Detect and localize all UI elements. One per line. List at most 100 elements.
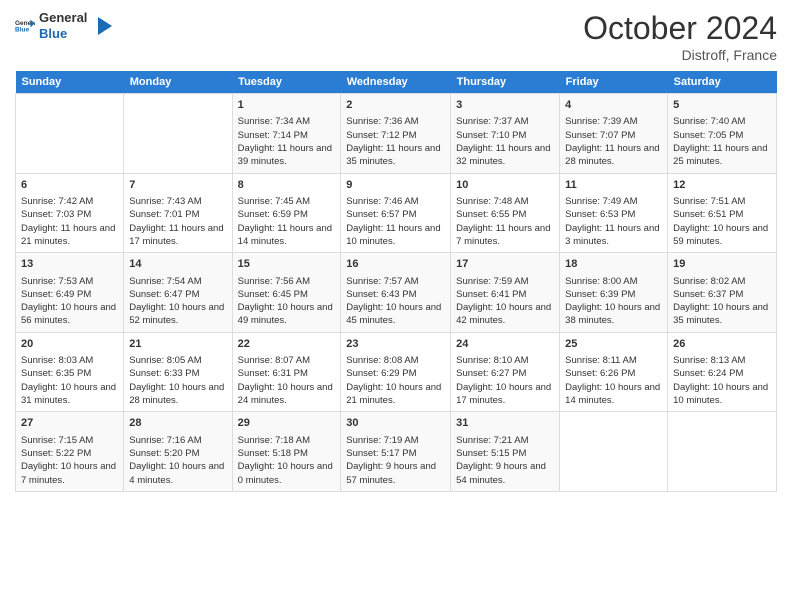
day-number: 20 <box>21 337 118 352</box>
day-info: Sunset: 6:37 PM <box>673 288 771 301</box>
day-info: Sunset: 7:03 PM <box>21 208 118 221</box>
col-monday: Monday <box>124 71 232 94</box>
day-cell: 21Sunrise: 8:05 AMSunset: 6:33 PMDayligh… <box>124 332 232 412</box>
day-cell: 24Sunrise: 8:10 AMSunset: 6:27 PMDayligh… <box>451 332 560 412</box>
day-info: Sunset: 6:27 PM <box>456 367 554 380</box>
day-info: Sunrise: 7:18 AM <box>238 434 336 447</box>
day-info: Sunrise: 7:48 AM <box>456 195 554 208</box>
day-number: 18 <box>565 257 662 272</box>
day-info: Sunset: 6:43 PM <box>346 288 445 301</box>
day-cell: 11Sunrise: 7:49 AMSunset: 6:53 PMDayligh… <box>560 173 668 253</box>
day-info: Sunrise: 7:16 AM <box>129 434 226 447</box>
day-info: Sunset: 6:41 PM <box>456 288 554 301</box>
day-info: Daylight: 10 hours and 21 minutes. <box>346 381 445 408</box>
day-cell: 15Sunrise: 7:56 AMSunset: 6:45 PMDayligh… <box>232 253 341 333</box>
day-number: 28 <box>129 416 226 431</box>
day-info: Sunset: 6:55 PM <box>456 208 554 221</box>
day-info: Sunrise: 7:53 AM <box>21 275 118 288</box>
day-info: Sunrise: 8:05 AM <box>129 354 226 367</box>
day-info: Sunrise: 8:00 AM <box>565 275 662 288</box>
day-info: Daylight: 11 hours and 32 minutes. <box>456 142 554 169</box>
day-number: 8 <box>238 178 336 193</box>
day-cell: 1Sunrise: 7:34 AMSunset: 7:14 PMDaylight… <box>232 94 341 174</box>
day-info: Sunset: 7:01 PM <box>129 208 226 221</box>
day-info: Daylight: 10 hours and 14 minutes. <box>565 381 662 408</box>
day-info: Daylight: 11 hours and 14 minutes. <box>238 222 336 249</box>
day-cell: 12 Sunrise: 7:51 AMSunset: 6:51 PMDayligh… <box>668 173 777 253</box>
day-info: Sunrise: 7:43 AM <box>129 195 226 208</box>
day-info: Sunset: 5:20 PM <box>129 447 226 460</box>
day-cell: 16Sunrise: 7:57 AMSunset: 6:43 PMDayligh… <box>341 253 451 333</box>
day-cell: 13Sunrise: 7:53 AMSunset: 6:49 PMDayligh… <box>16 253 124 333</box>
day-info: Sunset: 5:18 PM <box>238 447 336 460</box>
day-number: 14 <box>129 257 226 272</box>
day-cell: 6Sunrise: 7:42 AMSunset: 7:03 PMDaylight… <box>16 173 124 253</box>
day-cell: 26Sunrise: 8:13 AMSunset: 6:24 PMDayligh… <box>668 332 777 412</box>
day-info: Sunrise: 7:54 AM <box>129 275 226 288</box>
day-info: Sunset: 6:26 PM <box>565 367 662 380</box>
col-thursday: Thursday <box>451 71 560 94</box>
day-info: Sunrise: 7:51 AM <box>673 195 771 208</box>
col-friday: Friday <box>560 71 668 94</box>
calendar-table: Sunday Monday Tuesday Wednesday Thursday… <box>15 71 777 492</box>
day-number: 26 <box>673 337 771 352</box>
col-tuesday: Tuesday <box>232 71 341 94</box>
day-number: 10 <box>456 178 554 193</box>
day-cell: 30Sunrise: 7:19 AMSunset: 5:17 PMDayligh… <box>341 412 451 492</box>
day-number: 15 <box>238 257 336 272</box>
day-info: Sunset: 5:17 PM <box>346 447 445 460</box>
day-info: Sunrise: 7:59 AM <box>456 275 554 288</box>
day-info: Sunrise: 8:11 AM <box>565 354 662 367</box>
day-number: 11 <box>565 178 662 193</box>
week-row-1: 1Sunrise: 7:34 AMSunset: 7:14 PMDaylight… <box>16 94 777 174</box>
day-info: Sunrise: 7:57 AM <box>346 275 445 288</box>
day-cell: 4Sunrise: 7:39 AMSunset: 7:07 PMDaylight… <box>560 94 668 174</box>
day-info: Daylight: 10 hours and 59 minutes. <box>673 222 771 249</box>
week-row-3: 13Sunrise: 7:53 AMSunset: 6:49 PMDayligh… <box>16 253 777 333</box>
day-number: 7 <box>129 178 226 193</box>
day-number: 30 <box>346 416 445 431</box>
col-saturday: Saturday <box>668 71 777 94</box>
day-number: 12 <box>673 178 771 193</box>
day-number: 13 <box>21 257 118 272</box>
day-info: Daylight: 10 hours and 45 minutes. <box>346 301 445 328</box>
day-info: Daylight: 11 hours and 17 minutes. <box>129 222 226 249</box>
day-info: Sunrise: 7:56 AM <box>238 275 336 288</box>
week-row-2: 6Sunrise: 7:42 AMSunset: 7:03 PMDaylight… <box>16 173 777 253</box>
day-info: Sunset: 6:33 PM <box>129 367 226 380</box>
day-info: Sunrise: 8:02 AM <box>673 275 771 288</box>
day-info: Sunrise: 7:15 AM <box>21 434 118 447</box>
day-info: Daylight: 10 hours and 52 minutes. <box>129 301 226 328</box>
day-number: 9 <box>346 178 445 193</box>
day-number: 25 <box>565 337 662 352</box>
day-info: Sunrise: 7:45 AM <box>238 195 336 208</box>
header: General Blue General Blue October 2024 D… <box>15 10 777 63</box>
day-info: Daylight: 9 hours and 54 minutes. <box>456 460 554 487</box>
day-cell: 29 Sunrise: 7:18 AMSunset: 5:18 PMDayligh… <box>232 412 341 492</box>
day-info: Daylight: 11 hours and 25 minutes. <box>673 142 771 169</box>
day-cell: 28Sunrise: 7:16 AMSunset: 5:20 PMDayligh… <box>124 412 232 492</box>
day-info: Sunrise: 8:08 AM <box>346 354 445 367</box>
day-cell <box>124 94 232 174</box>
day-info: Sunset: 6:51 PM <box>673 208 771 221</box>
logo-blue: Blue <box>39 26 87 42</box>
day-info: Sunset: 6:31 PM <box>238 367 336 380</box>
day-info: Daylight: 10 hours and 0 minutes. <box>238 460 336 487</box>
day-cell: 19Sunrise: 8:02 AMSunset: 6:37 PMDayligh… <box>668 253 777 333</box>
day-cell: 22Sunrise: 8:07 AMSunset: 6:31 PMDayligh… <box>232 332 341 412</box>
day-info: Sunrise: 7:46 AM <box>346 195 445 208</box>
day-cell: 8Sunrise: 7:45 AMSunset: 6:59 PMDaylight… <box>232 173 341 253</box>
day-cell: 20Sunrise: 8:03 AMSunset: 6:35 PMDayligh… <box>16 332 124 412</box>
day-info: Sunrise: 7:34 AM <box>238 115 336 128</box>
day-cell: 2Sunrise: 7:36 AMSunset: 7:12 PMDaylight… <box>341 94 451 174</box>
day-info: Daylight: 10 hours and 24 minutes. <box>238 381 336 408</box>
day-number: 29 <box>238 416 336 431</box>
day-info: Daylight: 10 hours and 31 minutes. <box>21 381 118 408</box>
day-info: Daylight: 10 hours and 28 minutes. <box>129 381 226 408</box>
day-number: 4 <box>565 98 662 113</box>
day-info: Sunrise: 7:36 AM <box>346 115 445 128</box>
day-info: Daylight: 10 hours and 38 minutes. <box>565 301 662 328</box>
day-info: Sunset: 6:45 PM <box>238 288 336 301</box>
day-cell: 3Sunrise: 7:37 AMSunset: 7:10 PMDaylight… <box>451 94 560 174</box>
logo-general: General <box>39 10 87 26</box>
